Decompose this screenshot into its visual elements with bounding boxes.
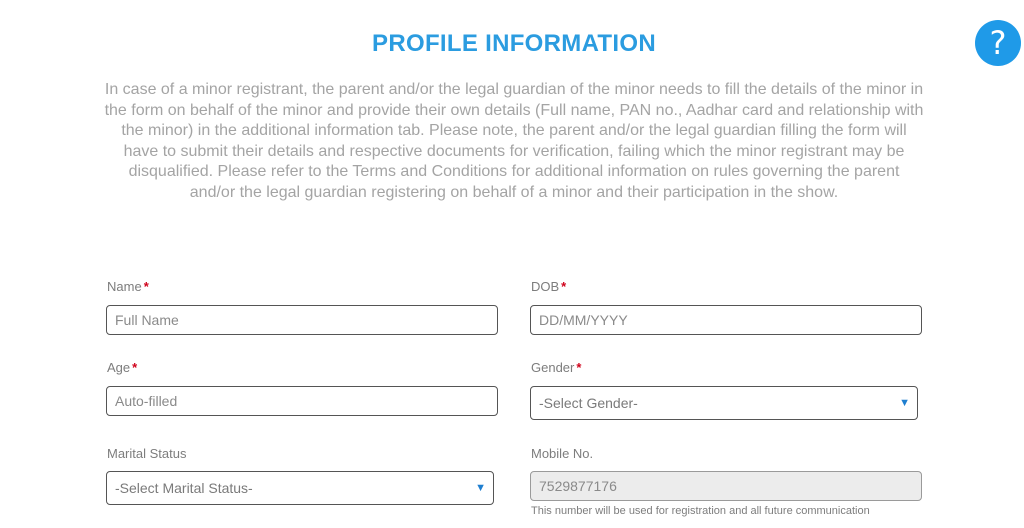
page-title: PROFILE INFORMATION [372, 30, 656, 57]
gender-label-text: Gender [531, 360, 575, 375]
mobile-label-text: Mobile No. [531, 446, 594, 461]
required-asterisk: * [576, 360, 582, 375]
required-asterisk: * [143, 279, 149, 294]
name-input[interactable] [106, 305, 498, 335]
gender-select[interactable]: -Select Gender- ▼ [530, 386, 918, 420]
marital-status-selected-value: -Select Marital Status- [115, 480, 253, 496]
intro-text: In case of a minor registrant, the paren… [104, 81, 924, 201]
mobile-label: Mobile No. [531, 446, 593, 461]
caret-down-icon: ▼ [475, 482, 486, 494]
marital-status-label: Marital Status [107, 446, 186, 461]
marital-status-label-text: Marital Status [107, 446, 187, 461]
name-label-text: Name [107, 279, 142, 294]
required-asterisk: * [132, 360, 138, 375]
gender-selected-value: -Select Gender- [539, 395, 638, 411]
mobile-input [530, 471, 922, 501]
age-input[interactable] [106, 386, 498, 416]
marital-status-select[interactable]: -Select Marital Status- ▼ [106, 471, 494, 505]
age-label-text: Age [107, 360, 131, 375]
dob-input[interactable] [530, 305, 922, 335]
profile-information-page: ? PROFILE INFORMATION In case of a minor… [0, 0, 1024, 528]
dob-label: DOB * [531, 279, 566, 294]
caret-down-icon: ▼ [899, 397, 910, 409]
mobile-hint: This number will be used for registratio… [531, 505, 870, 517]
required-asterisk: * [561, 279, 567, 294]
name-label: Name * [107, 279, 149, 294]
dob-label-text: DOB [531, 279, 560, 294]
gender-label: Gender * [531, 360, 581, 375]
age-label: Age * [107, 360, 137, 375]
